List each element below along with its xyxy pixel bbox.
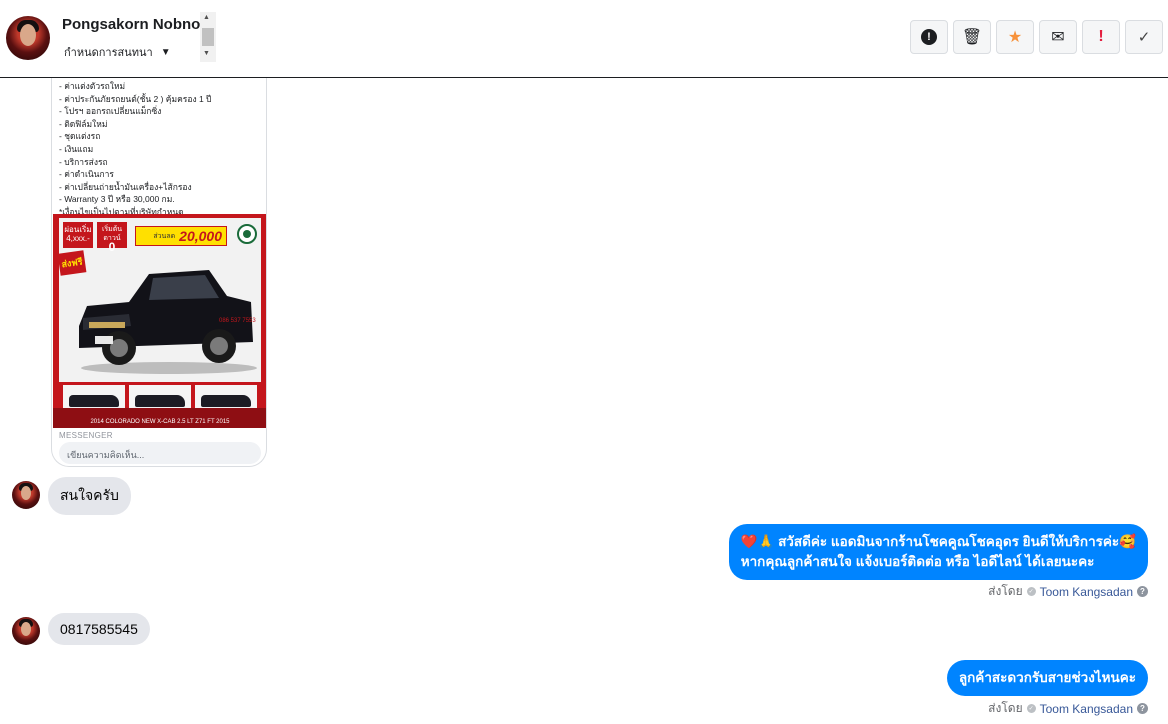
exclamation-icon: ! — [1098, 28, 1104, 45]
incoming-message[interactable]: 0817585545 — [48, 613, 150, 645]
sent-by-label: ส่งโดย — [988, 701, 1023, 715]
conversation-header: Pongsakorn Nobnom กำหนดการสนทนา ▼ ▲ ▼ ! … — [0, 0, 1168, 78]
scroll-up-icon[interactable]: ▲ — [203, 14, 210, 21]
avatar-face — [20, 24, 36, 46]
post-line: - ชุดแต่งรถ — [59, 131, 101, 142]
shared-post-card[interactable]: - ค่าแต่งตัวรถใหม่ - ค่าประกันภัยรถยนต์(… — [51, 78, 267, 467]
post-line: - ค่าแต่งตัวรถใหม่ — [59, 81, 126, 91]
dealer-logo — [237, 224, 257, 244]
post-line: - ค่าเปลี่ยนถ่ายน้ำมันเครื่อง+ไส้กรอง — [59, 181, 192, 192]
promo-image-inner: ผ่อนเริ่ม 4,xxx.- เริ่มต้นดาวน์ 0 ส่วนลด… — [57, 218, 261, 418]
contact-avatar-small[interactable] — [12, 481, 40, 509]
message-line: ❤️🙏 สวัสดีค่ะ แอดมินจากร้านโชคคูณโชคอุดร… — [740, 534, 1136, 549]
monthly-value: 4,xxx.- — [66, 234, 90, 243]
post-line: - โปรฯ ออกรถเปลี่ยนแม็กซิ่ง — [59, 106, 162, 117]
done-button[interactable]: ✓ — [1125, 20, 1163, 54]
promo-image[interactable]: ผ่อนเริ่ม 4,xxx.- เริ่มต้นดาวน์ 0 ส่วนลด… — [53, 214, 266, 428]
assign-label: กำหนดการสนทนา — [64, 47, 153, 59]
check-icon: ✓ — [1137, 29, 1151, 46]
help-icon[interactable]: ? — [1137, 586, 1148, 597]
discount-label: ส่วนลด — [153, 232, 176, 240]
delete-button[interactable]: 🗑 — [953, 20, 991, 54]
check-circle-icon: ✓ — [1026, 587, 1036, 596]
sender-name[interactable]: Toom Kangsadan — [1040, 702, 1133, 716]
mark-unread-button[interactable]: ✉ — [1039, 20, 1077, 54]
incoming-message[interactable]: สนใจครับ — [48, 477, 131, 515]
caret-down-icon: ▼ — [160, 46, 171, 58]
monthly-price-box: ผ่อนเริ่ม 4,xxx.- — [63, 222, 93, 248]
phone-number: 086 537 7553 — [219, 318, 256, 324]
scroll-down-icon[interactable]: ▼ — [203, 50, 210, 57]
messenger-label: MESSENGER — [59, 431, 113, 440]
post-line: - ติดฟิล์มใหม่ — [59, 118, 108, 129]
contact-avatar-small[interactable] — [12, 617, 40, 645]
discount-banner: ส่วนลด 20,000 — [135, 226, 227, 246]
outgoing-message[interactable]: ❤️🙏 สวัสดีค่ะ แอดมินจากร้านโชคคูณโชคอุดร… — [728, 524, 1148, 580]
help-icon[interactable]: ? — [1137, 703, 1148, 714]
trash-icon: 🗑 — [961, 29, 983, 46]
assign-conversation-dropdown[interactable]: กำหนดการสนทนา ▼ — [64, 43, 171, 61]
monthly-label: ผ่อนเริ่ม — [64, 225, 92, 234]
post-line: - Warranty 3 ปี หรือ 30,000 กม. — [59, 194, 175, 205]
header-scrollbar[interactable]: ▲ ▼ — [200, 12, 216, 62]
down-value: 0 — [108, 240, 116, 254]
post-line: - ค่าดำเนินการ — [59, 169, 114, 180]
sender-name[interactable]: Toom Kangsadan — [1040, 585, 1133, 599]
sent-by-info: ส่งโดย ✓ Toom Kangsadan ? — [988, 699, 1148, 718]
report-button[interactable]: ! — [910, 20, 948, 54]
avatar-face — [21, 486, 31, 500]
down-payment-box: เริ่มต้นดาวน์ 0 — [97, 222, 127, 253]
sent-by-label: ส่งโดย — [988, 584, 1023, 598]
contact-avatar[interactable] — [6, 16, 50, 60]
avatar-face — [21, 622, 31, 636]
envelope-icon: ✉ — [1051, 29, 1065, 46]
contact-name[interactable]: Pongsakorn Nobnom — [62, 16, 200, 33]
model-caption: 2014 COLORADO NEW X-CAB 2.5 LT Z71 FT 20… — [53, 408, 266, 428]
post-line: - บริการส่งรถ — [59, 156, 108, 167]
check-circle-icon: ✓ — [1026, 704, 1036, 713]
outgoing-message[interactable]: ลูกค้าสะดวกรับสายช่วงไหนคะ — [946, 660, 1148, 696]
star-icon: ★ — [1007, 29, 1023, 46]
post-line: - ค่าประกันภัยรถยนต์(ชั้น 2 ) คุ้มครอง 1… — [59, 93, 212, 104]
post-text: - ค่าแต่งตัวรถใหม่ - ค่าประกันภัยรถยนต์(… — [59, 80, 264, 219]
important-button[interactable]: ! — [1082, 20, 1120, 54]
pickup-truck-image: 086 537 7553 — [79, 270, 257, 374]
post-line: - เงินแถม — [59, 143, 94, 154]
sent-by-info: ส่งโดย ✓ Toom Kangsadan ? — [988, 582, 1148, 601]
message-line: หากคุณลูกค้าสนใจ แจ้งเบอร์ติดต่อ หรือ ไอ… — [740, 554, 1095, 569]
conversation-toolbar: ! 🗑 ★ ✉ ! ✓ — [910, 20, 1163, 54]
scroll-thumb[interactable] — [202, 28, 214, 46]
star-button[interactable]: ★ — [996, 20, 1034, 54]
message-line: ลูกค้าสะดวกรับสายช่วงไหนคะ — [958, 670, 1136, 685]
comment-input[interactable]: เขียนความคิดเห็น... — [59, 442, 261, 464]
discount-value: 20,000 — [179, 228, 222, 244]
alert-icon: ! — [921, 29, 937, 45]
